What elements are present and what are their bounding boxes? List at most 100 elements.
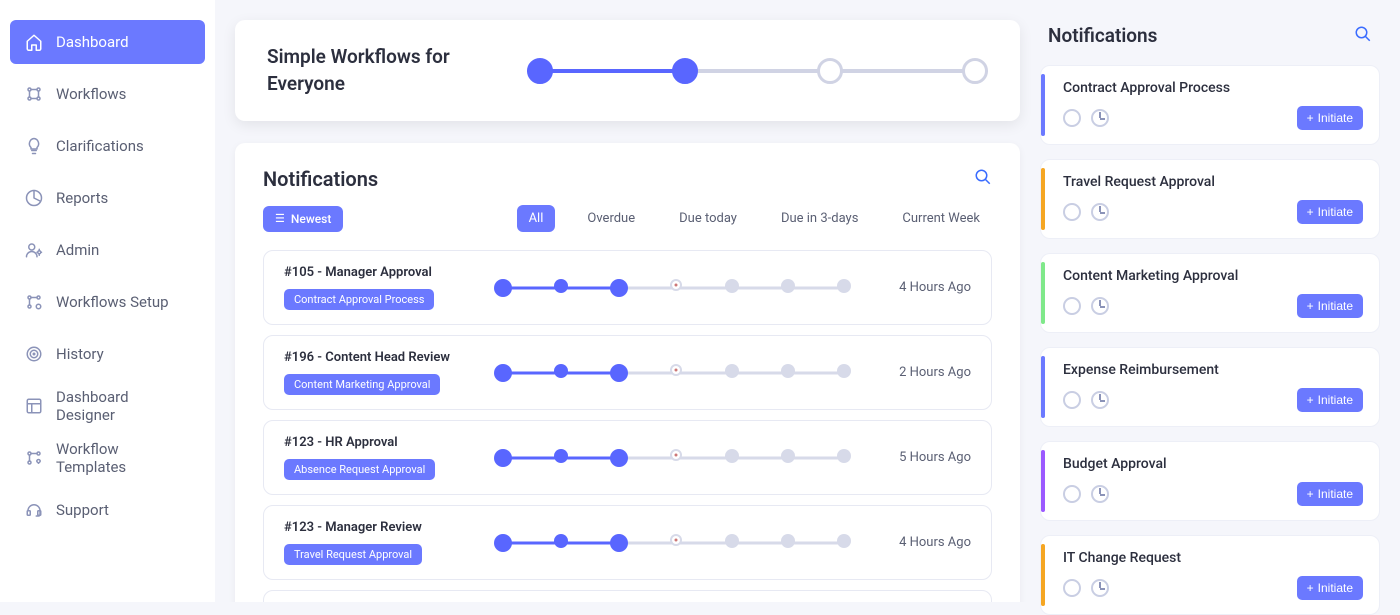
workflow-card-name: Content Marketing Approval [1063,268,1363,284]
filter-tab-due-today[interactable]: Due today [667,205,749,232]
notification-title: #105 - Manager Approval [284,265,474,280]
initiate-button[interactable]: +Initiate [1297,294,1363,318]
hero-card: Simple Workflows for Everyone [235,20,1020,121]
search-icon[interactable] [974,168,992,190]
workflow-card-icons [1063,109,1109,127]
notification-title: #196 - Content Head Review [284,350,474,365]
sidebar-item-workflows[interactable]: Workflows [10,72,205,116]
target-icon [24,344,44,364]
initiate-button[interactable]: + Initiate [1297,106,1363,130]
user-gear-icon [24,240,44,260]
progress-step [670,364,682,376]
right-head: Notifications [1040,20,1380,65]
notification-time: 4 Hours Ago [871,280,971,295]
sidebar-item-admin[interactable]: Admin [10,228,205,272]
notification-row[interactable]: #123 - HR ApprovalAbsence Request Approv… [263,420,992,495]
progress-step [725,449,739,463]
sidebar-item-support[interactable]: Support [10,488,205,532]
sidebar-item-history[interactable]: History [10,332,205,376]
progress-step [781,449,795,463]
hero-title-line1: Simple Workflows for [267,44,487,71]
progress-step [494,364,512,382]
workflow-card-icons [1063,485,1109,503]
filter-tabs: All Overdue Due today Due in 3-days Current … [517,205,992,232]
sidebar: Dashboard Workflows Clarifications Reports A… [0,0,215,602]
initiate-label: Initiate [1318,111,1353,125]
notification-tag: Travel Request Approval [284,544,422,565]
sidebar-item-label: Support [56,501,109,519]
main: Simple Workflows for Everyone Notificati… [215,0,1040,602]
notification-row[interactable]: #123 - Manager ReviewTravel Request Appr… [263,505,992,580]
progress-step [610,534,628,552]
notification-left: #123 - Manager ReviewTravel Request Appr… [284,520,474,565]
sidebar-item-label: Dashboard [56,33,129,51]
sidebar-item-dashboard[interactable]: Dashboard [10,20,205,64]
filter-tab-current-week[interactable]: Current Week [890,205,992,232]
notification-row[interactable]: #196 - Content Head Review Content Market… [263,335,992,410]
sidebar-item-dashboard-designer[interactable]: Dashboard Designer [10,384,205,428]
notification-left: #105 - Manager Approval Contract Approval… [284,265,474,310]
bulb-icon [24,136,44,156]
notification-row[interactable]: #123 - PPC Manager ApprovalMarketing Cam… [263,590,992,602]
progress-step [610,364,628,382]
progress-step [837,279,851,293]
sort-chip[interactable]: ☰ Newest [263,206,343,232]
notification-time: 5 Hours Ago [871,450,971,465]
progress-step [670,534,682,546]
notifications-heading: Notifications [263,167,378,191]
nodes-gear-icon [24,292,44,312]
notification-tag: Contract Approval Process [284,289,434,310]
circle-icon [1063,391,1081,409]
initiate-button[interactable]: +Initiate [1297,200,1363,224]
sidebar-item-label: Workflows Setup [56,293,169,311]
progress-step [725,279,739,293]
workflow-card: Contract Approval Process+Initiate [1040,65,1380,145]
filter-tab-overdue[interactable]: Overdue [575,205,647,232]
clock-icon [1091,109,1109,127]
filter-tab-all[interactable]: All [517,205,556,232]
notification-row[interactable]: #105 - Manager Approval Contract Approval… [263,250,992,325]
circle-icon [1063,485,1081,503]
hero-step [962,58,988,84]
workflow-card-icons [1063,391,1109,409]
workflow-card-footer: + Initiate [1063,106,1363,130]
workflow-card-icons [1063,203,1109,221]
progress-step [554,534,568,548]
sidebar-item-workflows-setup[interactable]: Workflows Setup [10,280,205,324]
workflow-card-accent [1041,450,1045,512]
plus-icon: + [1307,111,1314,125]
circle-icon [1063,579,1081,597]
sidebar-item-label: History [56,345,104,363]
workflow-card-accent [1041,262,1045,324]
initiate-button[interactable]: +Initiate [1297,576,1363,600]
notifications-head: Notifications [263,167,992,191]
workflow-card: IT Change Request+Initiate [1040,535,1380,615]
clock-icon [1091,579,1109,597]
circle-icon [1063,109,1081,127]
circle-icon [1063,297,1081,315]
sidebar-item-reports[interactable]: Reports [10,176,205,220]
workflow-card-name: Travel Request Approval [1063,174,1363,190]
initiate-button[interactable]: +Initiate [1297,482,1363,506]
sidebar-item-workflow-templates[interactable]: Workflow Templates [10,436,205,480]
progress-step [837,534,851,548]
hero-title-line2: Everyone [267,71,487,98]
plus-icon: + [1307,299,1314,313]
pie-icon [24,188,44,208]
nodes-icon [24,84,44,104]
sidebar-item-label: Dashboard Designer [56,388,191,424]
sidebar-item-label: Admin [56,241,99,259]
workflow-card-accent [1041,168,1045,230]
notification-progress [494,366,851,380]
sidebar-item-clarifications[interactable]: Clarifications [10,124,205,168]
search-icon[interactable] [1354,25,1372,47]
notification-tag: Content Marketing Approval [284,374,440,395]
workflow-card-accent [1041,356,1045,418]
notification-title: #123 - HR Approval [284,435,474,450]
notification-left: #123 - HR ApprovalAbsence Request Approv… [284,435,474,480]
filter-tab-due-in-3-days[interactable]: Due in 3-days [769,205,870,232]
initiate-button[interactable]: +Initiate [1297,388,1363,412]
hero-progress [527,69,988,73]
hero-progress-track [527,69,988,73]
initiate-label: Initiate [1318,487,1353,501]
